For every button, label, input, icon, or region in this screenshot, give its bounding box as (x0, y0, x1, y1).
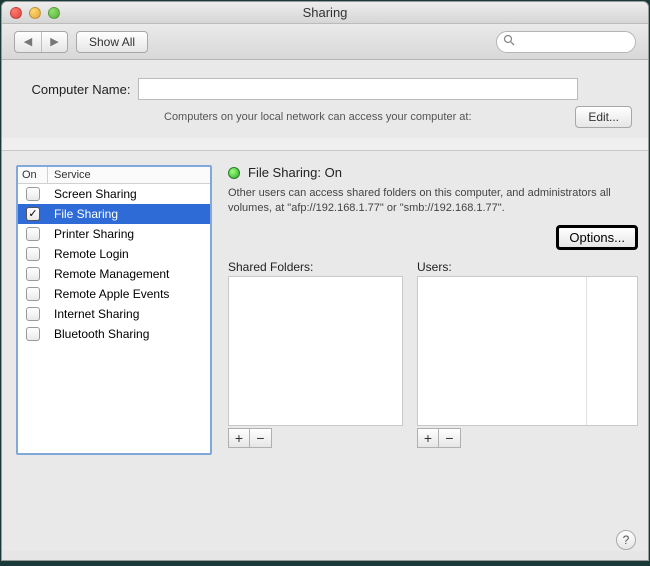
service-checkbox[interactable] (26, 267, 40, 281)
add-user-button[interactable]: + (417, 428, 439, 448)
titlebar: Sharing (2, 2, 648, 24)
service-row[interactable]: Remote Management (18, 264, 210, 284)
services-header: On Service (18, 167, 210, 184)
status-indicator-icon (228, 167, 240, 179)
search-field-wrap (496, 31, 636, 53)
service-checkbox[interactable] (26, 287, 40, 301)
service-row[interactable]: Remote Apple Events (18, 284, 210, 304)
service-row[interactable]: ✓ File Sharing (18, 204, 210, 224)
service-checkbox[interactable] (26, 327, 40, 341)
services-header-on: On (18, 167, 48, 183)
service-label: Printer Sharing (48, 227, 134, 241)
users-column: Users: + − (417, 260, 638, 448)
service-row[interactable]: Internet Sharing (18, 304, 210, 324)
edit-computer-name-button[interactable]: Edit... (575, 106, 632, 128)
remove-shared-folder-button[interactable]: − (250, 428, 272, 448)
service-label: Remote Apple Events (48, 287, 169, 301)
service-row[interactable]: Remote Login (18, 244, 210, 264)
service-label: File Sharing (48, 207, 118, 221)
users-label: Users: (417, 260, 638, 274)
show-all-button[interactable]: Show All (76, 31, 148, 53)
search-icon (503, 34, 515, 49)
zoom-window-button[interactable] (48, 7, 60, 19)
nav-segmented: ◀ ▶ (14, 31, 68, 53)
services-list: On Service Screen Sharing ✓ File Sharing Pr… (16, 165, 212, 455)
computer-name-input[interactable] (138, 78, 578, 100)
chevron-left-icon: ◀ (24, 35, 32, 48)
service-checkbox[interactable] (26, 227, 40, 241)
add-shared-folder-button[interactable]: + (228, 428, 250, 448)
service-checkbox[interactable] (26, 247, 40, 261)
service-checkbox[interactable] (26, 187, 40, 201)
status-description: Other users can access shared folders on… (228, 186, 638, 217)
forward-button[interactable]: ▶ (41, 32, 67, 52)
service-row[interactable]: Bluetooth Sharing (18, 324, 210, 344)
preferences-window: Sharing ◀ ▶ Show All Computer Name: Comp… (1, 1, 649, 561)
shared-folders-label: Shared Folders: (228, 260, 403, 274)
services-header-service: Service (48, 167, 97, 183)
service-row[interactable]: Printer Sharing (18, 224, 210, 244)
service-checkbox[interactable] (26, 307, 40, 321)
computer-name-hint: Computers on your local network can acce… (164, 111, 472, 123)
service-label: Internet Sharing (48, 307, 139, 321)
users-list[interactable] (417, 276, 638, 426)
back-button[interactable]: ◀ (15, 32, 41, 52)
close-window-button[interactable] (10, 7, 22, 19)
service-label: Bluetooth Sharing (48, 327, 149, 341)
search-input[interactable] (519, 35, 627, 49)
options-button[interactable]: Options... (556, 225, 638, 250)
remove-user-button[interactable]: − (439, 428, 461, 448)
status-title: File Sharing: On (248, 165, 342, 180)
chevron-right-icon: ▶ (50, 35, 58, 48)
service-label: Screen Sharing (48, 187, 137, 201)
service-label: Remote Management (48, 267, 169, 281)
main-section: On Service Screen Sharing ✓ File Sharing Pr… (2, 151, 648, 551)
help-button[interactable]: ? (616, 530, 636, 550)
header-section: Computer Name: Computers on your local n… (2, 60, 648, 138)
shared-folders-column: Shared Folders: + − (228, 260, 403, 448)
computer-name-label: Computer Name: (32, 82, 131, 97)
minimize-window-button[interactable] (29, 7, 41, 19)
service-label: Remote Login (48, 247, 129, 261)
toolbar: ◀ ▶ Show All (2, 24, 648, 60)
service-detail-pane: File Sharing: On Other users can access … (228, 165, 638, 541)
shared-folders-list[interactable] (228, 276, 403, 426)
service-row[interactable]: Screen Sharing (18, 184, 210, 204)
service-checkbox[interactable]: ✓ (26, 207, 40, 221)
users-permission-divider (586, 277, 587, 425)
window-title: Sharing (2, 5, 648, 20)
traffic-lights (10, 7, 60, 19)
